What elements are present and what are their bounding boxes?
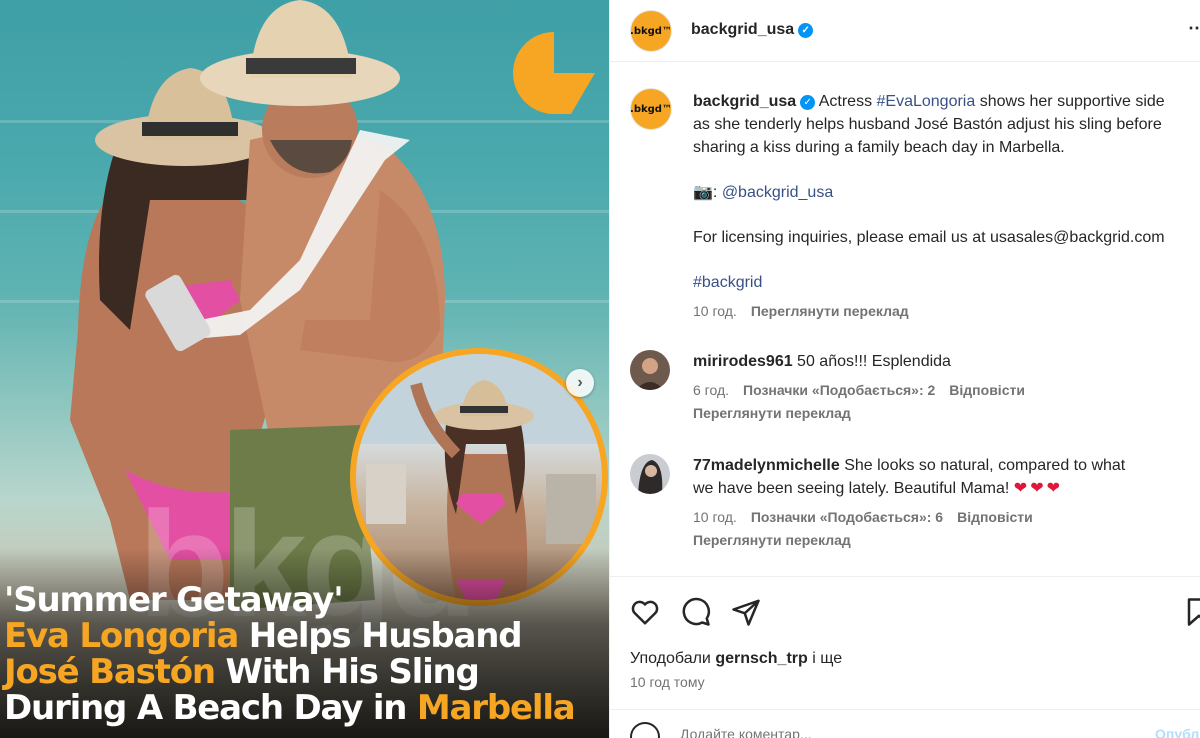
headline-highlight: Eva Longoria [4, 616, 239, 656]
headline-rest: Helps Husband [238, 616, 523, 656]
reply-button[interactable]: Відповісти [949, 382, 1025, 398]
post-caption: backgrid_usa ✓ Actress #EvaLongoria shows… [693, 90, 1200, 323]
caption-text: sharing a kiss during a family beach day… [693, 139, 1065, 156]
caption-author-link[interactable]: backgrid_usa [693, 93, 796, 110]
caption-avatar[interactable]: .bkgd™ [630, 88, 672, 130]
post-comment-button[interactable]: Опублікувати [1155, 726, 1200, 738]
comment-author-link[interactable]: mirirodes961 [693, 353, 793, 370]
caption-text: shows her supportive side [975, 93, 1165, 110]
verified-badge-icon: ✓ [798, 23, 814, 38]
add-comment-bar: Опублікувати [610, 709, 1200, 738]
heart-emoji-icon: ❤❤❤ [1013, 480, 1063, 497]
add-comment-input[interactable] [680, 726, 1080, 738]
backgrid-logo-icon [513, 32, 595, 114]
carousel-next-button[interactable]: › [566, 369, 594, 397]
headline-rest: With His Sling [214, 652, 479, 692]
see-translation-button[interactable]: Переглянути переклад [693, 405, 851, 421]
comment-icon[interactable] [681, 597, 711, 627]
headline-rest: During A Beach Day in [4, 688, 417, 728]
headline-line-2: Eva Longoria Helps Husband [4, 618, 604, 654]
chevron-right-icon: › [577, 374, 583, 391]
post-side-panel: .bkgd™ backgrid_usa ✓ ⋯ .bkgd™ backgrid_u… [609, 0, 1200, 738]
verified-badge-icon: ✓ [800, 95, 816, 110]
liked-by-text: Уподобали gernsch_trp і ще [630, 650, 842, 668]
post-time-ago[interactable]: 10 год тому [630, 674, 705, 690]
caption-licensing-text: For licensing inquiries, please email us… [693, 229, 1165, 246]
headline-line-4: During A Beach Day in Marbella [4, 690, 604, 726]
account-name: backgrid_usa [691, 21, 795, 38]
post-actions-bar: Уподобали gernsch_trp і ще 10 год тому О… [610, 576, 1200, 738]
caption-text: as she tenderly helps husband José Bastó… [693, 116, 1162, 133]
like-heart-icon[interactable] [630, 597, 660, 627]
comment-time[interactable]: 10 год. [693, 509, 737, 525]
caption-time[interactable]: 10 год. [693, 303, 737, 319]
post-media-image[interactable]: bkgd › 'Summer Getaway' Eva Longoria Hel… [0, 0, 609, 738]
save-bookmark-icon[interactable] [1184, 597, 1200, 627]
account-avatar[interactable]: .bkgd™ [630, 10, 672, 52]
liked-by-prefix: Уподобали [630, 650, 716, 667]
comment-time[interactable]: 6 год. [693, 382, 729, 398]
hashtag-link[interactable]: #EvaLongoria [877, 93, 976, 110]
more-options-icon[interactable]: ⋯ [1188, 18, 1200, 39]
liked-by-user-link[interactable]: gernsch_trp [715, 650, 807, 667]
headline-text: 'Summer Getaway' Eva Longoria Helps Husb… [4, 582, 604, 726]
see-translation-button[interactable]: Переглянути переклад [751, 303, 909, 319]
comment-text: 50 años!!! Esplendida [792, 353, 951, 370]
post-header: .bkgd™ backgrid_usa ✓ ⋯ [610, 0, 1200, 62]
emoji-icon[interactable] [630, 722, 660, 738]
comment-likes-link[interactable]: Позначки «Подобається»: 6 [751, 509, 943, 525]
reply-button[interactable]: Відповісти [957, 509, 1033, 525]
comment-avatar[interactable] [630, 350, 670, 390]
comment-avatar[interactable] [630, 454, 670, 494]
liked-by-others-link[interactable]: і ще [808, 650, 842, 667]
share-send-icon[interactable] [731, 597, 761, 627]
camera-icon: 📷: [693, 184, 722, 201]
hashtag-link[interactable]: #backgrid [693, 274, 762, 291]
comment-text: She looks so natural, compared to what [839, 457, 1126, 474]
comment-likes-link[interactable]: Позначки «Подобається»: 2 [743, 382, 935, 398]
headline-line-1: 'Summer Getaway' [4, 580, 344, 620]
headline-line-3: José Bastón With His Sling [4, 654, 604, 690]
caption-text: Actress [815, 93, 877, 110]
comment-text: we have been seeing lately. Beautiful Ma… [693, 480, 1014, 497]
headline-highlight: José Bastón [4, 652, 216, 692]
see-translation-button[interactable]: Переглянути переклад [693, 532, 851, 548]
comment-author-link[interactable]: 77madelynmichelle [693, 457, 840, 474]
account-name-link[interactable]: backgrid_usa ✓ [691, 21, 814, 39]
headline-highlight: Marbella [416, 688, 576, 728]
credit-mention-link[interactable]: @backgrid_usa [722, 184, 833, 201]
